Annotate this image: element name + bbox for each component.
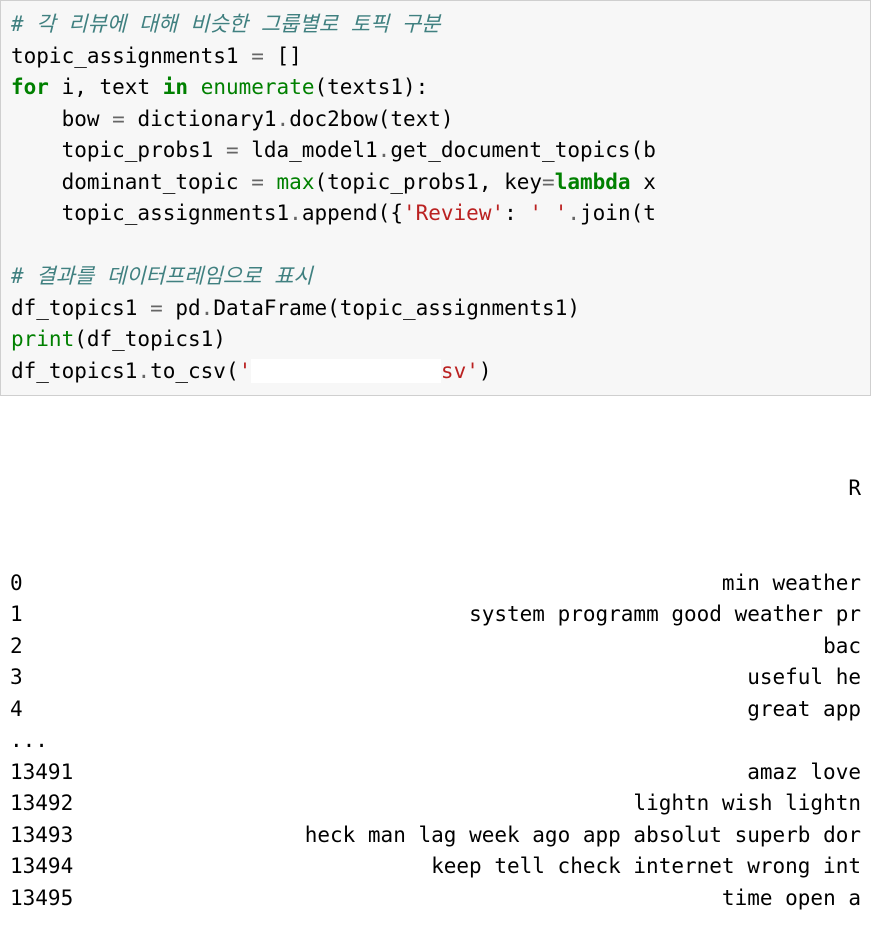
code-op: = — [251, 44, 264, 68]
code-text: doc2bow(text) — [289, 107, 453, 131]
code-dot: . — [567, 201, 580, 225]
output-row: 13492lightn wish lightn — [10, 788, 861, 820]
code-text — [264, 170, 277, 194]
output-rows: 0min weather 1system programm good weath… — [10, 568, 861, 915]
output-row-text: heck man lag week ago app absolut superb… — [100, 820, 861, 852]
code-string: sv' — [441, 359, 479, 383]
output-row-text — [100, 725, 861, 757]
code-text: i, text — [49, 75, 163, 99]
output-row: 13491amaz love — [10, 757, 861, 789]
code-keyword: lambda — [555, 170, 631, 194]
output-row: 13494keep tell check internet wrong int — [10, 851, 861, 883]
code-comment: # 결과를 데이터프레임으로 표시 — [11, 264, 313, 288]
code-dot: . — [289, 201, 302, 225]
code-op: = — [112, 107, 125, 131]
output-row-text: keep tell check internet wrong int — [100, 851, 861, 883]
code-dot: . — [277, 107, 290, 131]
code-keyword: for — [11, 75, 49, 99]
code-text: topic_assignments1 — [11, 44, 251, 68]
code-text: bow — [11, 107, 112, 131]
output-header: R — [10, 473, 861, 505]
code-dot: . — [201, 296, 214, 320]
code-text: to_csv( — [150, 359, 239, 383]
output-row-text: lightn wish lightn — [100, 788, 861, 820]
code-builtin: print — [11, 327, 74, 351]
code-string: 'Review' — [403, 201, 504, 225]
output-row: 4great app — [10, 694, 861, 726]
code-redacted — [251, 359, 441, 383]
code-text: dictionary1 — [125, 107, 277, 131]
output-row-text: great app — [100, 694, 861, 726]
output-row-index: 1 — [10, 599, 100, 631]
output-row-index: 13495 — [10, 883, 100, 915]
output-row: 13495time open a — [10, 883, 861, 915]
output-row-index: 4 — [10, 694, 100, 726]
code-text: df_topics1 — [11, 359, 137, 383]
output-row-index: 13494 — [10, 851, 100, 883]
output-row: 3useful he — [10, 662, 861, 694]
code-string: ' — [239, 359, 252, 383]
code-text: lda_model1 — [239, 138, 378, 162]
output-row-text: system programm good weather pr — [100, 599, 861, 631]
output-row-text: bac — [100, 631, 861, 663]
output-row-index: 0 — [10, 568, 100, 600]
output-row-index: 13491 — [10, 757, 100, 789]
code-text: (texts1): — [314, 75, 428, 99]
output-row-index: 2 — [10, 631, 100, 663]
code-op: = — [226, 138, 239, 162]
code-op: = — [251, 170, 264, 194]
code-text — [188, 75, 201, 99]
code-cell[interactable]: # 각 리뷰에 대해 비슷한 그룹별로 토픽 구분 topic_assignme… — [0, 0, 871, 396]
code-text: ) — [479, 359, 492, 383]
code-text: x — [631, 170, 656, 194]
code-text: (df_topics1) — [74, 327, 226, 351]
code-text: (topic_probs1, key — [314, 170, 542, 194]
code-dot: . — [378, 138, 391, 162]
output-row: 1system programm good weather pr — [10, 599, 861, 631]
code-text: [] — [264, 44, 302, 68]
code-dot: . — [137, 359, 150, 383]
code-text: topic_probs1 — [11, 138, 226, 162]
output-row-index: 3 — [10, 662, 100, 694]
output-cell: R 0min weather 1system programm good wea… — [0, 396, 871, 946]
code-text: join(t — [580, 201, 656, 225]
code-comment: # 각 리뷰에 대해 비슷한 그룹별로 토픽 구분 — [11, 12, 441, 36]
output-row-index: 13493 — [10, 820, 100, 852]
code-text: : — [504, 201, 529, 225]
code-text: topic_assignments1 — [11, 201, 289, 225]
code-builtin: enumerate — [201, 75, 315, 99]
output-row-text: time open a — [100, 883, 861, 915]
output-row: ... — [10, 725, 861, 757]
code-keyword: in — [163, 75, 188, 99]
output-row: 13493heck man lag week ago app absolut s… — [10, 820, 861, 852]
code-builtin: max — [277, 170, 315, 194]
code-text: append({ — [302, 201, 403, 225]
output-row: 2bac — [10, 631, 861, 663]
code-op: = — [542, 170, 555, 194]
output-row-text: useful he — [100, 662, 861, 694]
output-row-index: 13492 — [10, 788, 100, 820]
code-text: df_topics1 — [11, 296, 150, 320]
code-text: get_document_topics(b — [390, 138, 656, 162]
output-row-text: amaz love — [100, 757, 861, 789]
code-op: = — [150, 296, 163, 320]
output-row: 0min weather — [10, 568, 861, 600]
code-text: pd — [163, 296, 201, 320]
code-text: DataFrame(topic_assignments1) — [213, 296, 580, 320]
output-row-text: min weather — [100, 568, 861, 600]
code-string: ' ' — [529, 201, 567, 225]
output-row-index: ... — [10, 725, 100, 757]
code-text: dominant_topic — [11, 170, 251, 194]
